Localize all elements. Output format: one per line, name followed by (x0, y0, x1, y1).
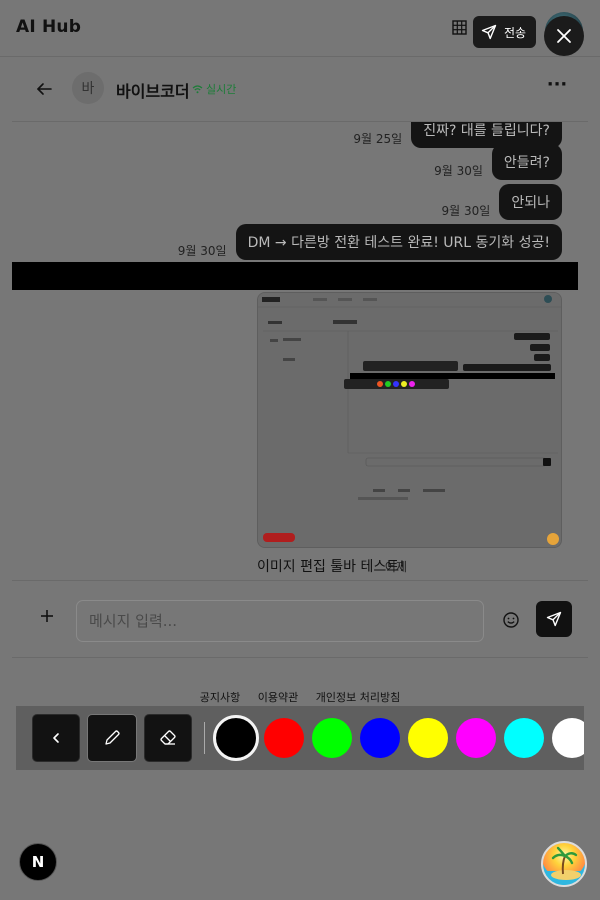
chat-avatar: 바 (72, 72, 104, 104)
message-time: 9월 30일 (177, 244, 227, 258)
message-bubble: 안들려? (491, 144, 562, 180)
color-swatch[interactable] (264, 718, 304, 758)
eraser-tool-button[interactable] (144, 714, 192, 762)
emoji-icon[interactable] (501, 610, 521, 630)
color-swatch[interactable] (456, 718, 496, 758)
app-title: AI Hub (16, 17, 82, 37)
footer-link-terms[interactable]: 이용약관 (258, 691, 298, 704)
message-list[interactable]: 9월 25일 진짜? 대를 들립니다? 9월 30일 안들려? 9월 30일 안… (12, 122, 588, 580)
n-badge-button[interactable]: N (19, 843, 57, 881)
send-message-button[interactable] (536, 601, 572, 637)
message-item: 9월 30일 안들려? (434, 144, 562, 180)
toolbar-back-button[interactable] (32, 714, 80, 762)
message-item: 9월 30일 안되나 (442, 184, 562, 220)
chat-header: 바 바이브코더 실시간 ··· (12, 58, 588, 122)
message-bubble: DM → 다른방 전환 테스트 완료! URL 동기화 성공! (235, 224, 562, 260)
color-swatch[interactable] (504, 718, 544, 758)
add-attachment-button[interactable] (36, 605, 58, 627)
chat-name: 바이브코더 (116, 82, 190, 101)
more-menu-icon[interactable]: ··· (546, 76, 568, 100)
color-swatch[interactable] (408, 718, 448, 758)
attached-screenshot-image[interactable] (257, 292, 562, 548)
live-status-label: 실시간 (206, 83, 237, 96)
color-swatch[interactable] (360, 718, 400, 758)
send-icon (481, 24, 497, 40)
color-swatch[interactable] (552, 718, 584, 758)
chevron-left-icon (53, 733, 59, 743)
live-status: 실시간 (192, 81, 236, 97)
plus-icon (41, 610, 53, 622)
footer-links: 공지사항 이용약관 개인정보 처리방침 (0, 689, 600, 705)
color-swatch[interactable] (213, 715, 259, 761)
eraser-icon (160, 730, 176, 745)
message-time: 9월 30일 (434, 164, 483, 178)
grid-icon[interactable] (452, 20, 467, 35)
pen-icon (105, 730, 120, 745)
color-swatch[interactable] (312, 718, 352, 758)
footer-link-notice[interactable]: 공지사항 (200, 691, 240, 704)
island-icon (543, 846, 585, 885)
pen-tool-button[interactable] (87, 714, 137, 762)
message-time: 9월 30일 (441, 204, 491, 218)
toolbar-divider (204, 722, 205, 754)
send-chip-label: 전송 (504, 25, 527, 40)
image-message-text: 이미지 편집 툴바 테스트! (257, 559, 405, 575)
send-chip-button[interactable]: 전송 (473, 16, 536, 48)
close-icon (557, 29, 571, 43)
message-composer (12, 580, 588, 658)
message-time: 9월 25일 (353, 132, 403, 146)
message-input[interactable] (76, 600, 484, 642)
wifi-icon (192, 85, 203, 94)
app-bar: AI Hub 전송 (0, 0, 600, 57)
close-button[interactable] (544, 16, 584, 56)
image-edit-toolbar (16, 706, 584, 770)
island-avatar-button[interactable] (541, 841, 587, 887)
footer-link-privacy[interactable]: 개인정보 처리방침 (316, 691, 400, 704)
send-icon (546, 611, 562, 627)
message-item: 9월 30일 DM → 다른방 전환 테스트 완료! URL 동기화 성공! (178, 224, 562, 260)
back-arrow-icon[interactable] (34, 78, 56, 100)
message-bubble: 안되나 (499, 184, 562, 220)
redaction-bar (12, 262, 578, 290)
screenshot-thumbnail (258, 293, 561, 547)
